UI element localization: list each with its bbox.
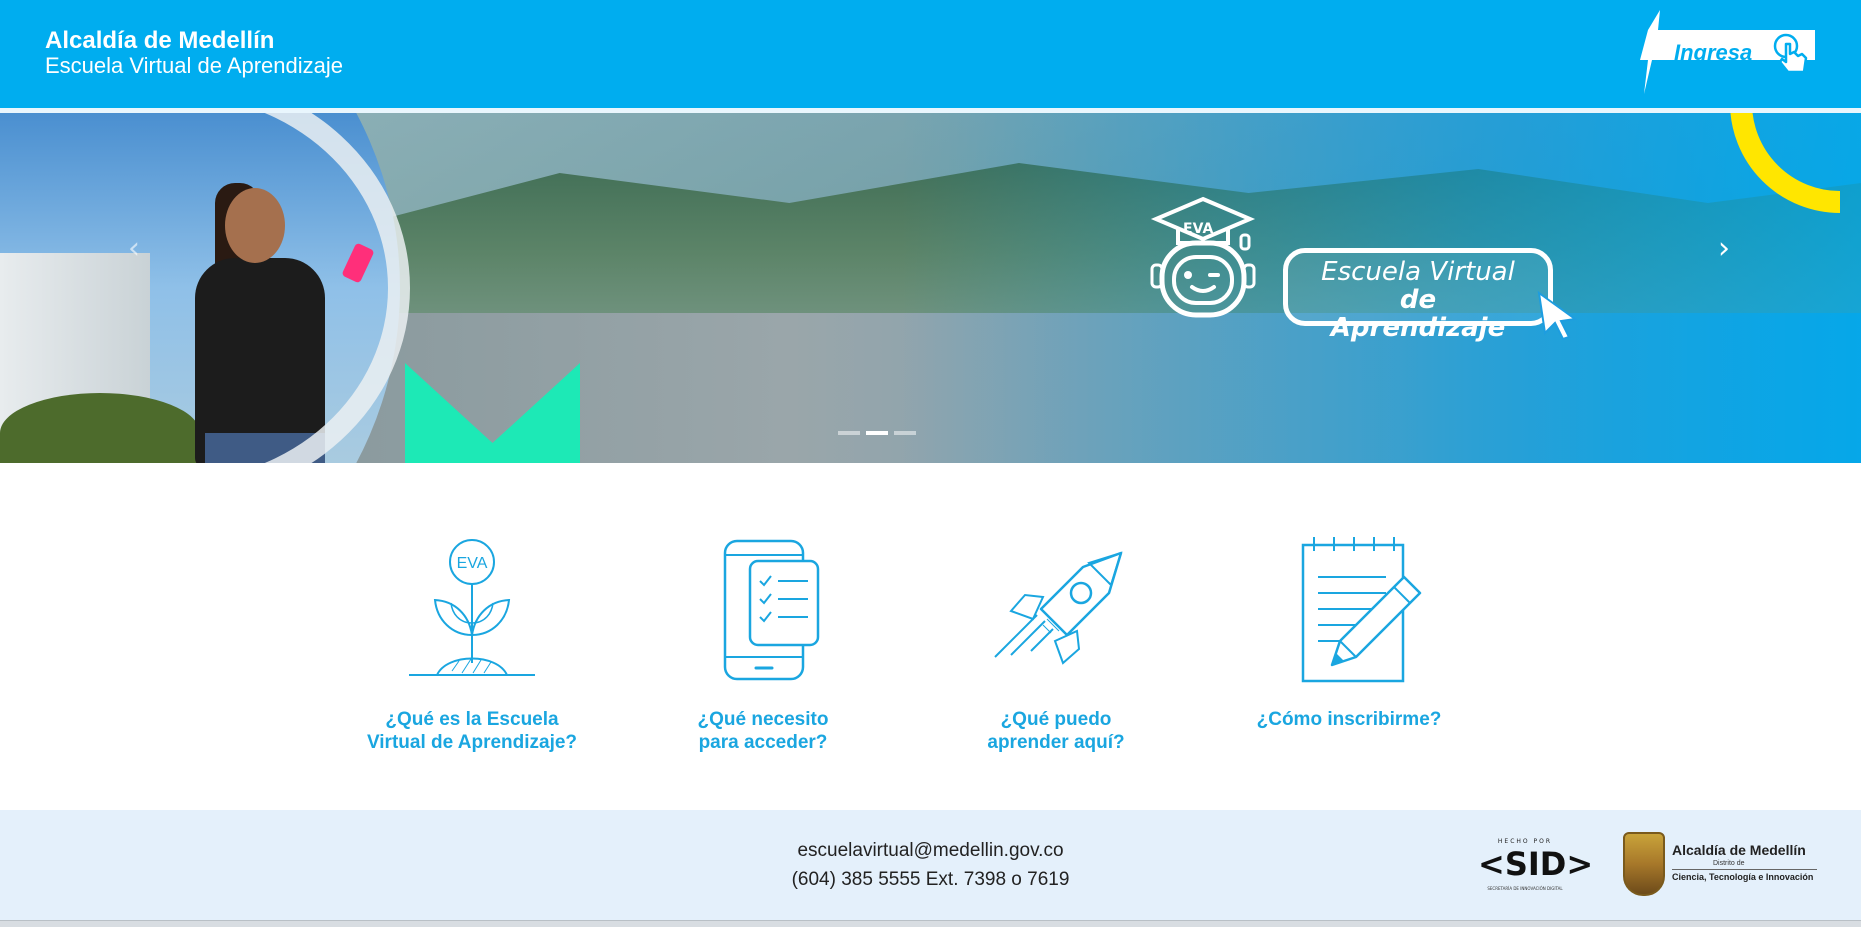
carousel-prev-button[interactable]: ‹ [128,231,158,266]
plant-eva-icon-text: EVA [457,555,488,572]
eva-robot-label: EVA [1183,221,1214,237]
notepad-pencil-icon [1301,537,1422,683]
eva-logo-line1: Escuela Virtual [1321,257,1515,287]
phone-checklist-icon [723,539,820,681]
hero-carousel[interactable]: EVA Escuela Virtual de Aprendizaje ‹ › [0,113,1861,463]
login-button[interactable]: Ingresa [1640,10,1820,94]
touch-hand-icon [1773,33,1808,74]
feature-que-necesito[interactable]: ¿Qué necesito para acceder? [638,535,888,755]
site-header: Alcaldía de Medellín Escuela Virtual de … [0,0,1861,108]
feature-label: ¿Qué necesito para acceder? [697,709,829,753]
carousel-indicator-1[interactable] [838,431,860,435]
feature-que-es-eva[interactable]: EVA ¿Qué es la Escuela Virtual de Aprend… [347,535,597,755]
cursor-pointer-icon [1537,291,1578,341]
eva-robot-icon [1150,196,1256,318]
site-title[interactable]: Alcaldía de Medellín Escuela Virtual de … [45,28,343,78]
carousel-next-button[interactable]: › [1718,231,1748,266]
sid-logo-main: <SID> [1478,845,1594,883]
carousel-indicators [838,431,916,435]
medellin-crest-icon [1623,832,1665,896]
alcaldia-logo-title: Alcaldía de Medellín [1672,842,1806,858]
sid-logo-sub: SECRETARÍA DE INNOVACIÓN DIGITAL [1487,886,1563,891]
alcaldia-logo[interactable]: Alcaldía de Medellín Distrito de Ciencia… [1623,832,1823,898]
feature-que-puedo-aprender[interactable]: ¿Qué puedo aprender aquí? [931,535,1181,755]
chevron-right-icon: › [1718,231,1730,266]
plant-eva-icon: EVA [409,539,535,676]
alcaldia-logo-divider [1672,869,1817,870]
carousel-indicator-2[interactable] [866,431,888,435]
feature-label: ¿Cómo inscribirme? [1256,709,1442,730]
chevron-left-icon: ‹ [128,231,140,266]
eva-logo-text: Escuela Virtual de Aprendizaje [1313,258,1523,342]
carousel-indicator-3[interactable] [894,431,916,435]
alcaldia-logo-district: Distrito de [1713,860,1745,867]
feature-label: ¿Qué puedo aprender aquí? [987,709,1125,753]
rocket-icon [994,551,1123,665]
feature-como-inscribirme[interactable]: ¿Cómo inscribirme? [1224,535,1474,755]
eva-logo-line2: de Aprendizaje [1330,285,1506,343]
site-title-main: Alcaldía de Medellín [45,27,275,54]
site-title-subtitle: Escuela Virtual de Aprendizaje [45,53,344,78]
site-footer: escuelavirtual@medellin.gov.co (604) 385… [0,810,1861,920]
alcaldia-logo-tagline: Ciencia, Tecnología e Innovación [1672,872,1814,882]
page-bottom-bar [0,920,1861,927]
feature-label: ¿Qué es la Escuela Virtual de Aprendizaj… [366,709,578,753]
sid-logo[interactable]: HECHO POR <SID> SECRETARÍA DE INNOVACIÓN… [1478,838,1594,898]
sid-logo-top: HECHO POR [1497,838,1553,845]
login-label: Ingresa [1674,40,1753,65]
tree-image [0,393,200,463]
